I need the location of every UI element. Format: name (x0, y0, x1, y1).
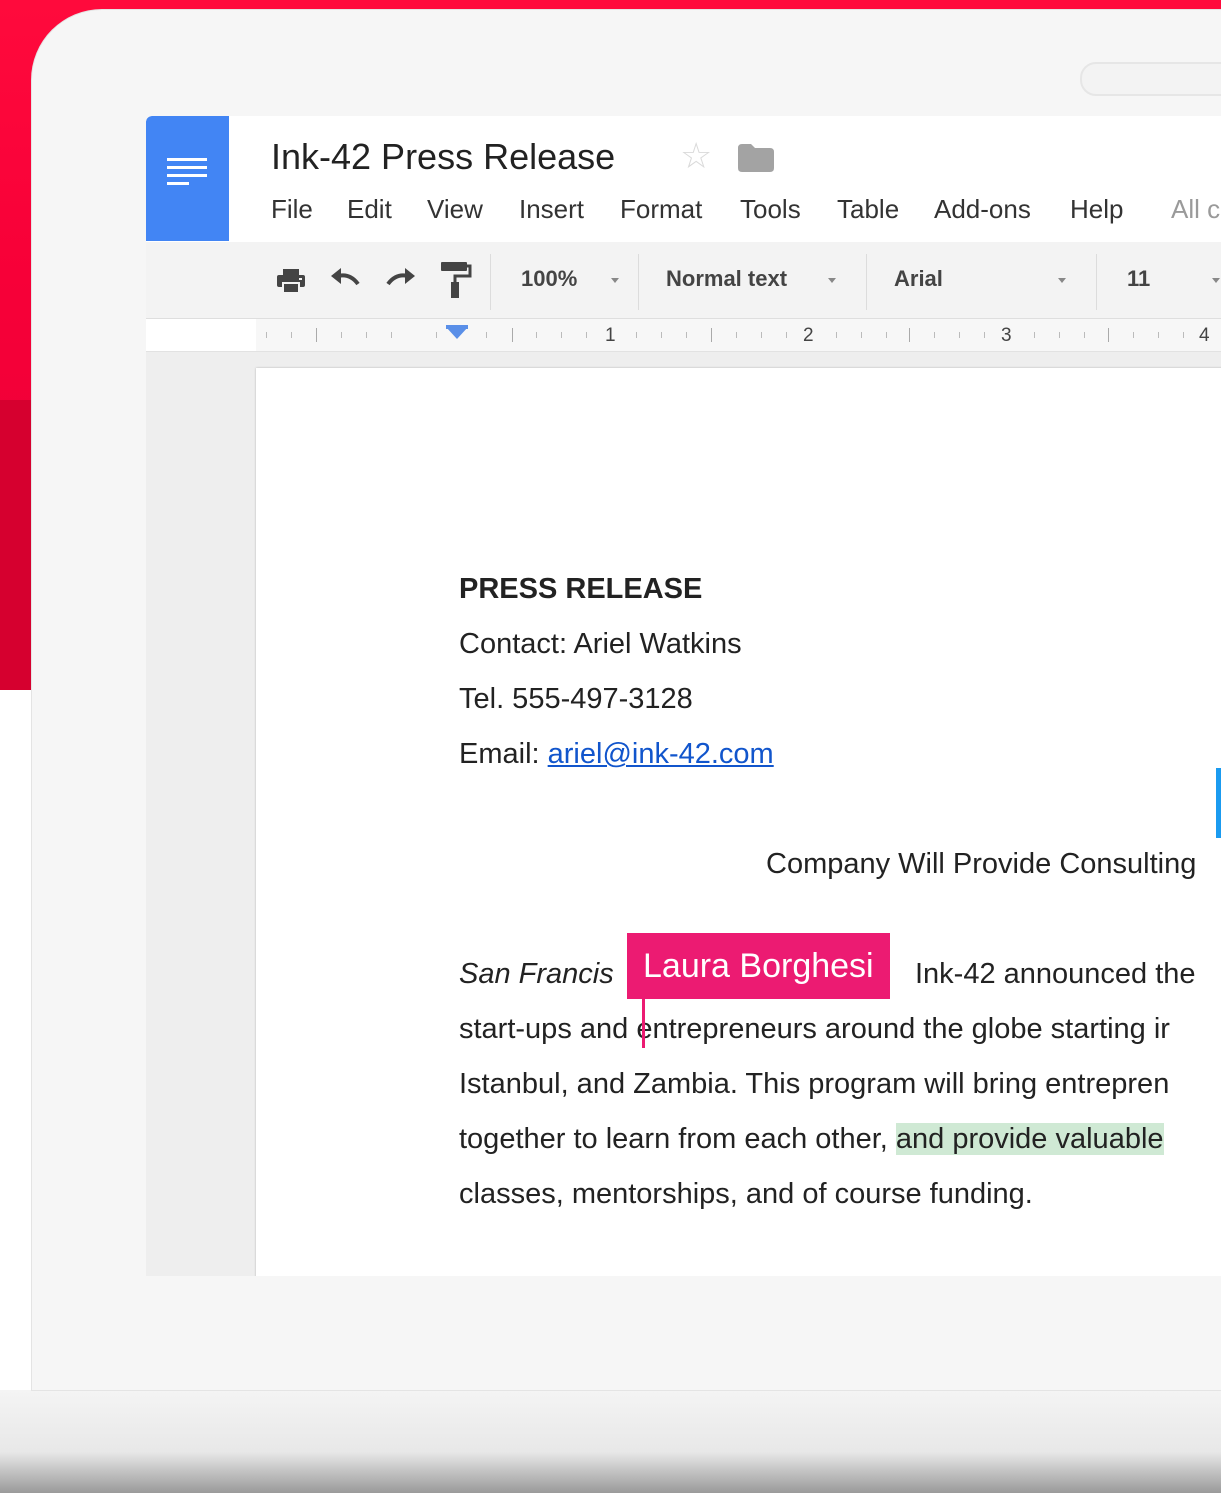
document-page[interactable]: PRESS RELEASE Contact: Ariel Watkins Tel… (256, 368, 1221, 1276)
dropdown-caret-icon[interactable] (1212, 278, 1220, 283)
menu-file[interactable]: File (271, 194, 313, 225)
menu-view[interactable]: View (427, 194, 483, 225)
doc-subtitle: Company Will Provide Consulting (766, 848, 1197, 880)
doc-contact: Contact: Ariel Watkins (459, 628, 742, 660)
redo-icon[interactable] (384, 264, 418, 298)
font-select[interactable]: Arial (894, 266, 943, 292)
toolbar-divider (866, 254, 867, 310)
docs-logo-icon[interactable] (146, 116, 229, 241)
menu-add-ons[interactable]: Add-ons (934, 194, 1031, 225)
star-icon[interactable]: ☆ (680, 138, 712, 174)
doc-paragraph-line-4: together to learn from each other, and p… (459, 1123, 1164, 1156)
doc-tel: Tel. 555-497-3128 (459, 683, 693, 715)
doc-text-plain: together to learn from each other, (459, 1123, 896, 1155)
menu-format[interactable]: Format (620, 194, 702, 225)
collaborator-name-tag: Laura Borghesi (627, 933, 890, 999)
laptop-base (0, 1390, 1221, 1493)
suggested-text-highlight[interactable]: and provide valuable (895, 1123, 1164, 1155)
undo-icon[interactable] (328, 264, 362, 298)
collaborator-cursor (642, 998, 645, 1048)
indent-marker-icon[interactable] (446, 327, 468, 339)
ruler-number: 1 (605, 325, 616, 346)
dropdown-caret-icon[interactable] (828, 278, 836, 283)
doc-paragraph-line-5: classes, mentorships, and of course fund… (459, 1178, 1033, 1210)
menu-table[interactable]: Table (837, 194, 899, 225)
toolbar-divider (1096, 254, 1097, 310)
paragraph-style-select[interactable]: Normal text (666, 266, 787, 292)
folder-icon[interactable] (738, 144, 774, 172)
doc-email-line: Email: ariel@ink-42.com (459, 738, 774, 771)
document-title[interactable]: Ink-42 Press Release (271, 136, 615, 178)
font-size-select[interactable]: 11 (1127, 266, 1150, 292)
toolbar-divider (490, 254, 491, 310)
toolbar-divider (638, 254, 639, 310)
collaborator-cursor-blue (1216, 768, 1221, 838)
paint-format-icon[interactable] (438, 260, 472, 300)
email-link[interactable]: ariel@ink-42.com (548, 738, 774, 770)
ruler[interactable]: 1 2 3 4 (146, 319, 1221, 352)
ruler-track (256, 319, 1221, 351)
doc-email-label: Email: (459, 738, 548, 770)
print-icon[interactable] (274, 264, 308, 298)
doc-dateline: San Francis (459, 958, 614, 990)
save-status[interactable]: All c (1171, 194, 1220, 225)
laptop-camera (1080, 62, 1221, 96)
menu-insert[interactable]: Insert (519, 194, 584, 225)
dropdown-caret-icon[interactable] (1058, 278, 1066, 283)
zoom-select[interactable]: 100% (521, 266, 577, 292)
doc-heading: PRESS RELEASE (459, 573, 703, 605)
docs-header: Ink-42 Press Release ☆ File Edit View In… (146, 116, 1221, 243)
menu-help[interactable]: Help (1070, 194, 1123, 225)
menu-tools[interactable]: Tools (740, 194, 801, 225)
toolbar: 100% Normal text Arial 11 (146, 242, 1221, 319)
doc-paragraph-line-2: start-ups and entrepreneurs around the g… (459, 1013, 1170, 1045)
doc-paragraph-line-1: Ink-42 announced the (915, 958, 1196, 990)
dropdown-caret-icon[interactable] (611, 278, 619, 283)
ruler-number: 3 (1001, 325, 1012, 346)
menu-edit[interactable]: Edit (347, 194, 392, 225)
docs-window: Ink-42 Press Release ☆ File Edit View In… (146, 116, 1221, 1276)
doc-paragraph-line-3: Istanbul, and Zambia. This program will … (459, 1068, 1170, 1100)
ruler-number: 4 (1199, 325, 1210, 346)
ruler-number: 2 (803, 325, 814, 346)
